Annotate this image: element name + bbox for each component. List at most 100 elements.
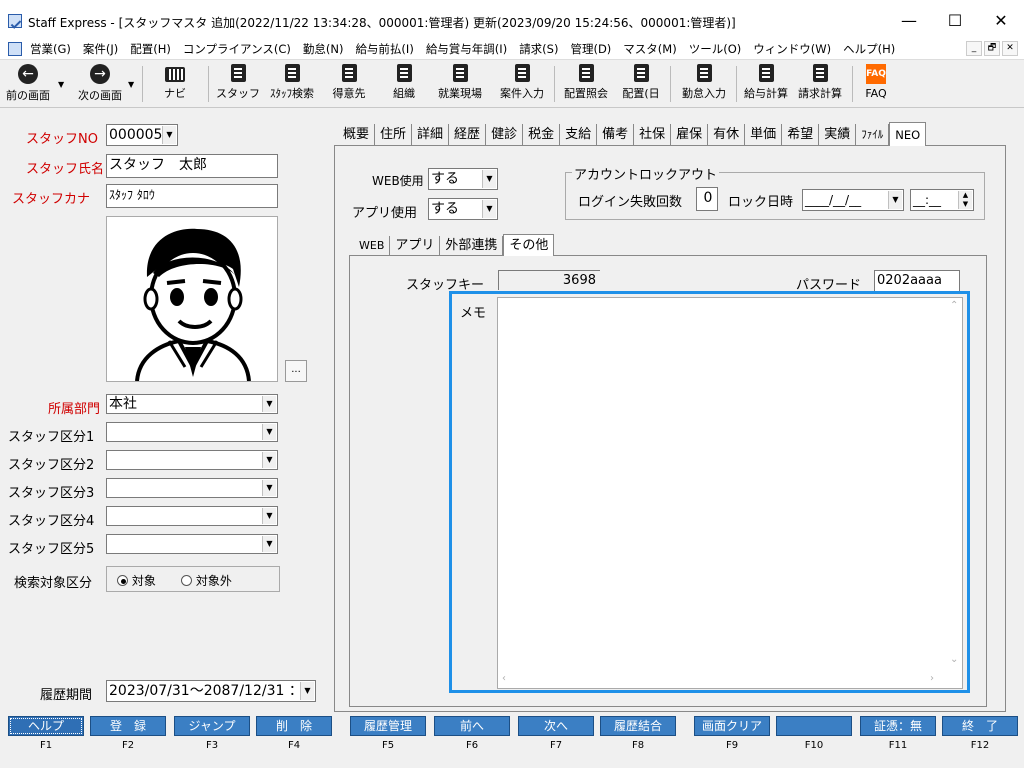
tab-details[interactable]: 詳細 [412,124,450,146]
menu-case[interactable]: 案件(J) [83,41,118,57]
category2-label: スタッフ区分2 [8,458,95,473]
tab-file[interactable]: ﾌｧｲﾙ [856,124,890,146]
tab-paid-leave[interactable]: 有休 [708,124,746,146]
lock-date-input[interactable]: ____/__/__ ▼ [802,189,904,211]
tab-social-insurance[interactable]: 社保 [634,124,672,146]
tab-payment[interactable]: 支給 [560,124,598,146]
menu-tools[interactable]: ツール(O) [689,41,742,57]
subtab-web[interactable]: WEB [354,236,391,256]
photo-select-button[interactable]: ... [285,360,307,382]
tab-address[interactable]: 住所 [375,124,413,146]
staff-button[interactable]: スタッフ [216,62,260,106]
staff-search-button[interactable]: ｽﾀｯﾌ検索 [264,62,320,106]
mdi-close-button[interactable]: ✕ [1002,41,1018,56]
worksite-button[interactable]: 就業現場 [432,62,488,106]
minimize-button[interactable]: — [886,6,932,36]
search-target-off-radio[interactable]: 対象外 [181,572,232,589]
exit-button[interactable]: 終 了 [942,716,1018,736]
tab-unit-price[interactable]: 単価 [745,124,783,146]
f3-key-label: F3 [205,740,219,751]
menu-help[interactable]: ヘルプ(H) [843,41,895,57]
tab-overview[interactable]: 概要 [338,124,376,146]
help-button[interactable]: ヘルプ [8,716,84,736]
history-merge-button[interactable]: 履歴結合 [600,716,676,736]
memo-textarea[interactable]: ⌃ ⌄ ‹ › [497,297,963,689]
password-input[interactable]: 0202aaaa [874,270,960,292]
placement-inquiry-button[interactable]: 配置照会 [558,62,614,106]
tab-notes[interactable]: 備考 [597,124,635,146]
clear-screen-button[interactable]: 画面クリア [694,716,770,736]
web-use-select[interactable]: する ▼ [428,168,498,190]
history-management-button[interactable]: 履歴管理 [350,716,426,736]
register-button[interactable]: 登 録 [90,716,166,736]
category3-select[interactable]: ▼ [106,478,278,498]
memo-horizontal-scrollbar[interactable]: ‹ › [498,672,948,688]
subtab-other[interactable]: その他 [503,234,555,256]
next-dropdown-icon[interactable]: ▼ [128,80,134,89]
menu-attendance[interactable]: 勤怠(N) [303,41,344,57]
prev-dropdown-icon[interactable]: ▼ [58,80,64,89]
menu-compliance[interactable]: コンプライアンス(C) [183,41,291,57]
scroll-left-icon[interactable]: ‹ [502,673,506,684]
close-button[interactable]: ✕ [978,6,1024,36]
tab-results[interactable]: 実績 [819,124,857,146]
mdi-restore-button[interactable]: 🗗 [984,41,1000,56]
subtab-external[interactable]: 外部連携 [440,236,504,256]
prev-screen-button[interactable]: ← 前の画面 [2,62,54,106]
category4-select[interactable]: ▼ [106,506,278,526]
f10-button[interactable] [776,716,852,736]
placement-day-button[interactable]: 配置(日 [616,62,666,106]
next-button[interactable]: 次へ [518,716,594,736]
previous-button[interactable]: 前へ [434,716,510,736]
tab-employment-insurance[interactable]: 雇保 [671,124,709,146]
payroll-calc-button[interactable]: 給与計算 [740,62,792,106]
tab-history[interactable]: 経歴 [449,124,487,146]
f7-key-label: F7 [549,740,563,751]
scroll-down-icon[interactable]: ⌄ [950,654,958,665]
menu-advance-pay[interactable]: 給与前払(I) [355,41,413,57]
org-button[interactable]: 組織 [382,62,426,106]
billing-calc-button[interactable]: 請求計算 [794,62,846,106]
customer-button[interactable]: 得意先 [326,62,372,106]
navi-button[interactable]: ナビ [150,62,200,106]
search-target-on-radio[interactable]: 対象 [117,572,156,589]
case-input-button[interactable]: 案件入力 [494,62,550,106]
attendance-input-button[interactable]: 勤怠入力 [676,62,732,106]
delete-button[interactable]: 削 除 [256,716,332,736]
history-period-select[interactable]: 2023/07/31～2087/12/31 ： ▼ [106,680,316,702]
tab-preference[interactable]: 希望 [782,124,820,146]
staff-no-combo[interactable]: 000005 ▼ [106,124,178,146]
tab-health-check[interactable]: 健診 [486,124,524,146]
category5-select[interactable]: ▼ [106,534,278,554]
mdi-child-icon[interactable] [8,42,22,56]
dept-select[interactable]: 本社 ▼ [106,394,278,414]
maximize-button[interactable]: ☐ [932,6,978,36]
staff-name-input[interactable]: スタッフ 太郎 [106,154,278,178]
staff-kana-label: スタッフカナ [12,192,91,207]
menu-billing[interactable]: 請求(S) [519,41,558,57]
tab-tax[interactable]: 税金 [523,124,561,146]
login-fail-count[interactable]: 0 [696,187,718,211]
faq-button[interactable]: FAQ FAQ [858,62,894,106]
category1-select[interactable]: ▼ [106,422,278,442]
mdi-minimize-button[interactable]: _ [966,41,982,56]
menu-payroll[interactable]: 給与賞与年調(I) [426,41,507,57]
scroll-up-icon[interactable]: ⌃ [950,300,958,311]
jump-button[interactable]: ジャンプ [174,716,250,736]
memo-vertical-scrollbar[interactable]: ⌃ ⌄ [946,298,962,672]
menu-master[interactable]: マスタ(M) [623,41,676,57]
menu-sales[interactable]: 営業(G) [30,41,71,57]
menu-placement[interactable]: 配置(H) [130,41,171,57]
menu-window[interactable]: ウィンドウ(W) [753,41,831,57]
app-use-select[interactable]: する ▼ [428,198,498,220]
menu-management[interactable]: 管理(D) [570,41,611,57]
spinner-icon[interactable]: ▲ ▼ [958,191,972,209]
tab-neo[interactable]: NEO [889,122,927,146]
scroll-right-icon[interactable]: › [930,673,934,684]
category2-select[interactable]: ▼ [106,450,278,470]
evidence-button[interactable]: 証憑：無 [860,716,936,736]
staff-kana-input[interactable]: ｽﾀｯﾌ ﾀﾛｳ [106,184,278,208]
lock-time-input[interactable]: __:__ ▲ ▼ [910,189,974,211]
subtab-app[interactable]: アプリ [390,236,441,256]
next-screen-button[interactable]: → 次の画面 [72,62,128,106]
